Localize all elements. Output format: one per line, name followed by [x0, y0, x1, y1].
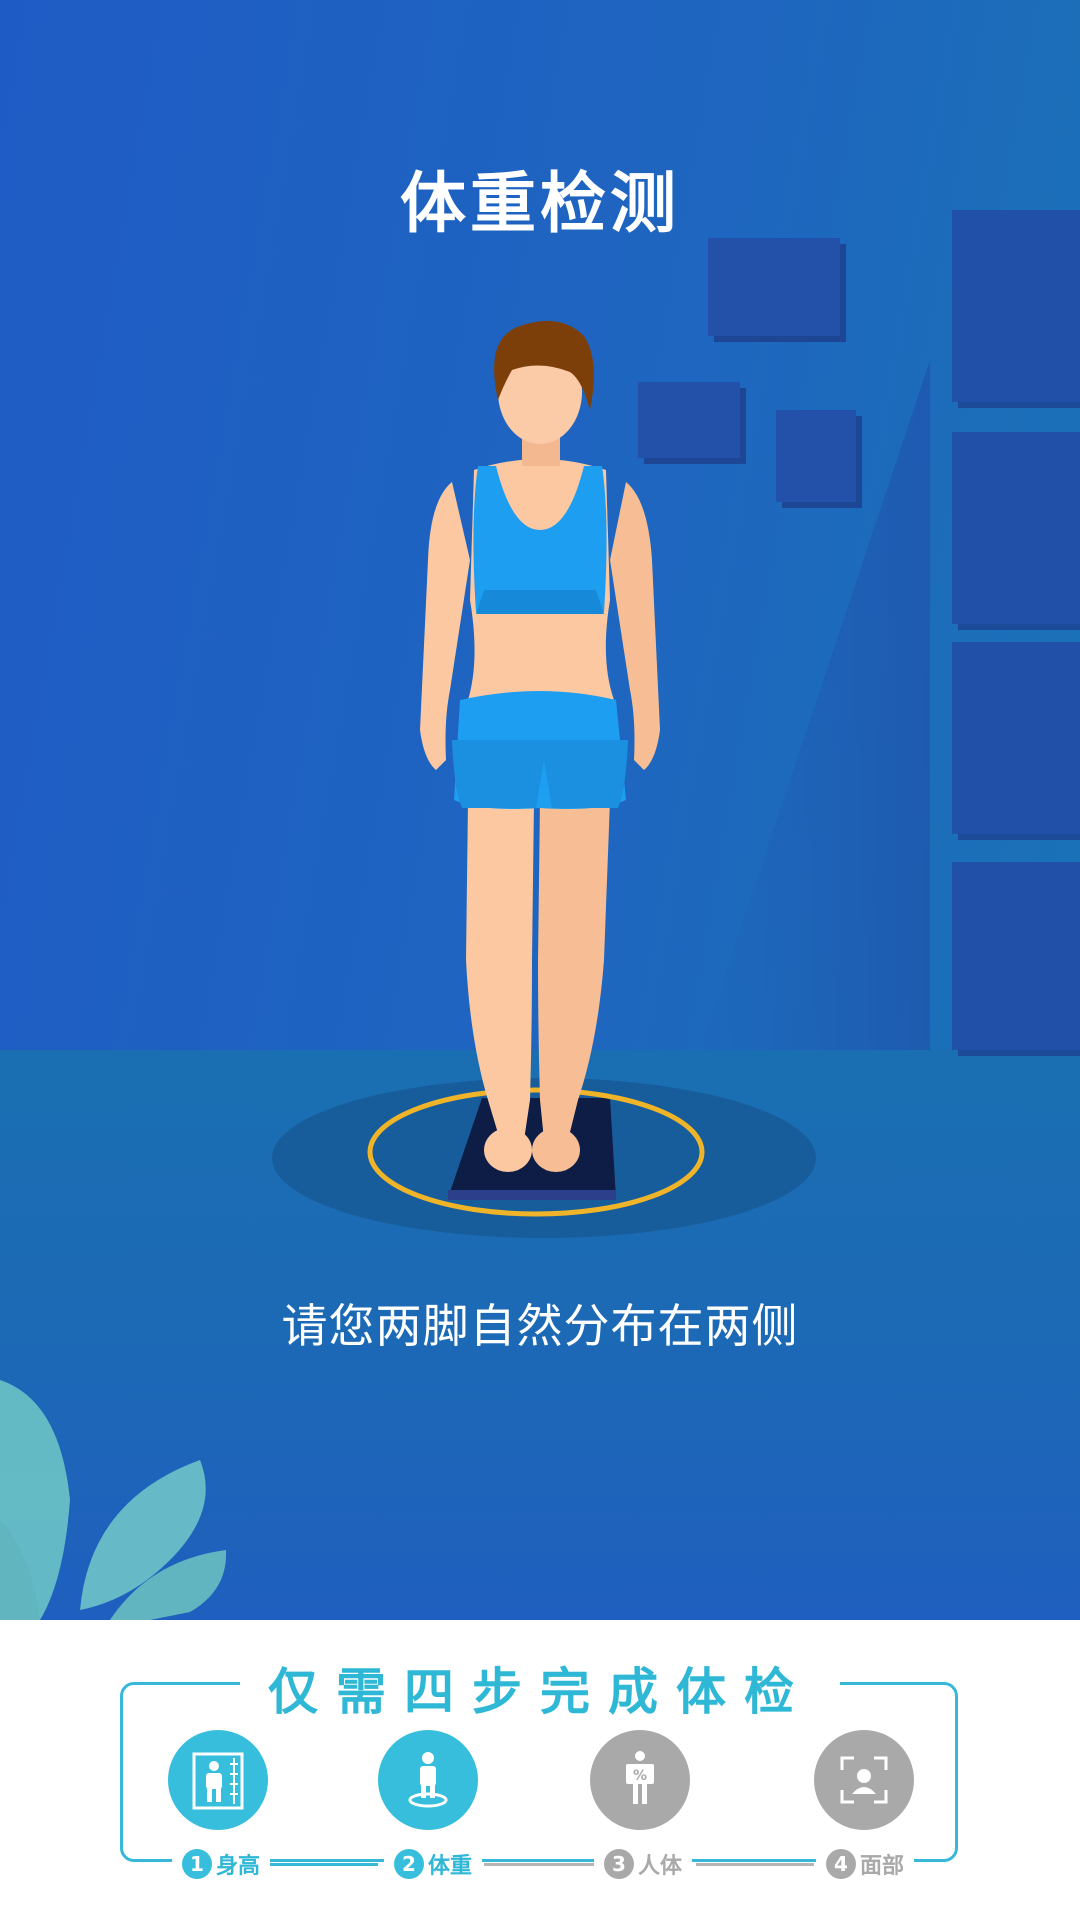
step-2-label: 2 体重 [384, 1842, 483, 1886]
step-connector [696, 1863, 814, 1866]
step-number: 3 [604, 1849, 634, 1879]
step-number: 1 [182, 1849, 212, 1879]
step-name: 体重 [428, 1854, 473, 1879]
step-number: 2 [394, 1849, 424, 1879]
step-connector [484, 1863, 600, 1866]
step-name: 身高 [216, 1854, 261, 1879]
steps-title: 仅需四步完成体检 [0, 1652, 1080, 1724]
steps-card: 仅需四步完成体检 1 身高 2 体重 % 3 人体 4 面部 [0, 1620, 1080, 1920]
weight-scale-icon [408, 1752, 448, 1808]
face-scan-icon [840, 1756, 888, 1804]
body-fat-percent-icon: % [626, 1751, 654, 1804]
steps-title-text: 仅需四步完成体检 [240, 1652, 840, 1724]
svg-text:%: % [633, 1768, 647, 1784]
step-4-label: 4 面部 [816, 1842, 915, 1886]
step-3-label: 3 人体 [594, 1842, 693, 1886]
weight-check-screen: 体重检测 请您两脚自然分布在两侧 仅需四步完成体检 1 身高 2 体重 % 3 … [0, 0, 1080, 1920]
step-4-circle[interactable] [814, 1730, 914, 1830]
step-2-circle[interactable] [378, 1730, 478, 1830]
step-3-circle[interactable]: % [590, 1730, 690, 1830]
page-title: 体重检测 [400, 165, 680, 242]
step-connector [268, 1863, 378, 1866]
step-number: 4 [826, 1849, 856, 1879]
step-1-label: 1 身高 [172, 1842, 271, 1886]
height-ruler-icon [192, 1752, 244, 1810]
plant-leaves-decoration [0, 1380, 227, 1620]
step-name: 面部 [860, 1854, 905, 1879]
step-1-circle[interactable] [168, 1730, 268, 1830]
step-name: 人体 [638, 1854, 683, 1879]
illustration-scene: 体重检测 请您两脚自然分布在两侧 [0, 0, 1080, 1620]
instruction-text: 请您两脚自然分布在两侧 [281, 1299, 799, 1353]
